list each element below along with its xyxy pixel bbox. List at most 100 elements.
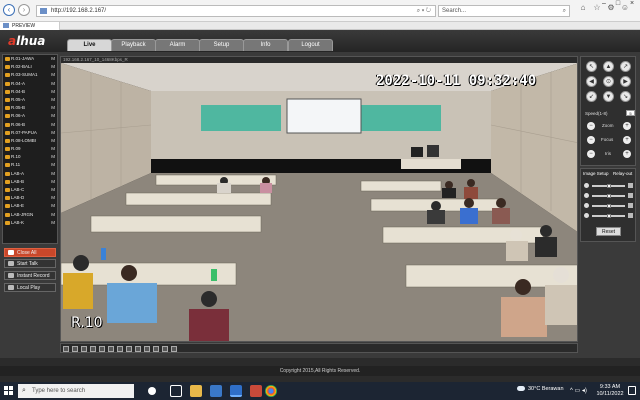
tab-relay-out[interactable]: Relay-out: [613, 171, 632, 176]
channel-mode-button[interactable]: M: [51, 202, 55, 210]
channel-item[interactable]: R.07-PAPUA M: [3, 129, 57, 137]
iris-open-icon[interactable]: +: [623, 150, 631, 158]
channel-item[interactable]: R.02-BALI M: [3, 63, 57, 71]
taskbar-search-input[interactable]: ⌕ Type here to search: [18, 384, 134, 398]
channel-mode-button[interactable]: M: [51, 194, 55, 202]
network-icon[interactable]: ▭: [575, 388, 581, 394]
chevron-up-icon[interactable]: ^: [570, 388, 573, 394]
tab-logout[interactable]: Logout: [288, 39, 333, 51]
tab-alarm[interactable]: Alarm: [155, 39, 200, 51]
stream-icon[interactable]: [135, 346, 141, 352]
channel-item[interactable]: R.10 M: [3, 153, 57, 161]
channel-item[interactable]: LAB-D M: [3, 194, 57, 202]
layout-16-icon[interactable]: [90, 346, 96, 352]
channel-item[interactable]: LAB-K M: [3, 219, 57, 227]
tab-setup[interactable]: Setup: [199, 39, 244, 51]
close-all-button[interactable]: Close All: [4, 248, 56, 257]
home-icon[interactable]: ⌂: [578, 3, 588, 13]
close-icon[interactable]: ×: [625, 0, 639, 8]
tab-image-setup[interactable]: Image Setup: [583, 171, 609, 176]
channel-mode-button[interactable]: M: [51, 112, 55, 120]
saturation-slider[interactable]: [584, 203, 634, 209]
channel-item[interactable]: R.03-SUMA1 M: [3, 71, 57, 79]
iris-close-icon[interactable]: −: [587, 150, 595, 158]
ptz-down-left-icon[interactable]: ↙: [586, 91, 597, 102]
refresh-icon[interactable]: ⌕ ▾ ↻: [417, 6, 431, 16]
minimize-icon[interactable]: –: [597, 0, 611, 8]
address-bar[interactable]: http://192.168.2.167/ ⌕ ▾ ↻: [36, 5, 436, 17]
window-icon[interactable]: [171, 346, 177, 352]
channel-item[interactable]: R.09 M: [3, 145, 57, 153]
channel-item[interactable]: R.11 M: [3, 161, 57, 169]
channel-mode-button[interactable]: M: [51, 219, 55, 227]
app-icon[interactable]: [250, 385, 262, 397]
channel-mode-button[interactable]: M: [51, 153, 55, 161]
system-tray[interactable]: ^ ▭ ◂): [570, 387, 587, 394]
channel-item[interactable]: LAB-B M: [3, 178, 57, 186]
channel-item[interactable]: R.05-A M: [3, 96, 57, 104]
channel-item[interactable]: LAB-C M: [3, 186, 57, 194]
channel-mode-button[interactable]: M: [51, 55, 55, 63]
zoom-out-icon[interactable]: −: [587, 122, 595, 130]
cortana-icon[interactable]: [148, 387, 156, 395]
mail-icon[interactable]: [210, 385, 222, 397]
channel-mode-button[interactable]: M: [51, 71, 55, 79]
channel-mode-button[interactable]: M: [51, 211, 55, 219]
channel-item[interactable]: R.04-B M: [3, 88, 57, 96]
zoom-icon[interactable]: [153, 346, 159, 352]
channel-mode-button[interactable]: M: [51, 170, 55, 178]
chrome-icon[interactable]: [265, 385, 277, 397]
channel-item[interactable]: R.06-B M: [3, 121, 57, 129]
focus-in-icon[interactable]: +: [623, 136, 631, 144]
layout-1-icon[interactable]: [63, 346, 69, 352]
volume-icon[interactable]: ◂): [582, 388, 587, 394]
channel-item[interactable]: LAB-A M: [3, 170, 57, 178]
audio-icon[interactable]: [144, 346, 150, 352]
slider-thumb[interactable]: [606, 184, 611, 188]
taskbar-clock[interactable]: 9:33 AM 10/11/2022: [596, 384, 624, 398]
channel-mode-button[interactable]: M: [51, 178, 55, 186]
forward-button[interactable]: ›: [18, 4, 30, 16]
ptz-center-icon[interactable]: ⊙: [603, 76, 614, 87]
tab-playback[interactable]: Playback: [111, 39, 156, 51]
maximize-icon[interactable]: □: [611, 0, 625, 8]
ptz-right-icon[interactable]: ▶: [620, 76, 631, 87]
channel-item[interactable]: R.05-B M: [3, 104, 57, 112]
file-explorer-icon[interactable]: [190, 385, 202, 397]
brightness-slider[interactable]: [584, 183, 634, 189]
ptz-up-right-icon[interactable]: ↗: [620, 61, 631, 72]
ptz-up-icon[interactable]: ▲: [603, 61, 614, 72]
fisheye-icon[interactable]: [162, 346, 168, 352]
weather-widget[interactable]: 30°C Berawan: [517, 386, 564, 392]
ptz-up-left-icon[interactable]: ↖: [586, 61, 597, 72]
start-talk-button[interactable]: Start Talk: [4, 259, 56, 268]
speed-select[interactable]: 5: [626, 110, 635, 116]
ptz-down-right-icon[interactable]: ↘: [620, 91, 631, 102]
local-play-button[interactable]: Local Play: [4, 283, 56, 292]
slider-thumb[interactable]: [606, 214, 611, 218]
fullscreen-icon[interactable]: [99, 346, 105, 352]
focus-out-icon[interactable]: −: [587, 136, 595, 144]
channel-mode-button[interactable]: M: [51, 145, 55, 153]
channel-mode-button[interactable]: M: [51, 129, 55, 137]
browser-tab[interactable]: PREVIEW: [0, 22, 60, 30]
layout-grid-icon[interactable]: [117, 346, 123, 352]
windows-start-icon[interactable]: [4, 386, 14, 396]
notification-icon[interactable]: [628, 386, 636, 395]
task-view-icon[interactable]: [170, 385, 182, 397]
ptz-down-icon[interactable]: ▼: [603, 91, 614, 102]
search-icon[interactable]: ⌕: [563, 6, 566, 16]
slider-thumb[interactable]: [606, 194, 611, 198]
ptz-left-icon[interactable]: ◀: [586, 76, 597, 87]
layout-custom-icon[interactable]: [108, 346, 114, 352]
channel-item[interactable]: LAB-JRGN M: [3, 211, 57, 219]
channel-mode-button[interactable]: M: [51, 137, 55, 145]
slider-thumb[interactable]: [606, 204, 611, 208]
internet-explorer-icon[interactable]: [230, 385, 242, 397]
channel-mode-button[interactable]: M: [51, 186, 55, 194]
channel-item[interactable]: R.06-A M: [3, 112, 57, 120]
hue-slider[interactable]: [584, 213, 634, 219]
channel-mode-button[interactable]: M: [51, 104, 55, 112]
video-view[interactable]: 192.168.2.167_10_1468Kbps_R 2022-10-11 0…: [60, 56, 578, 342]
layout-4-icon[interactable]: [72, 346, 78, 352]
